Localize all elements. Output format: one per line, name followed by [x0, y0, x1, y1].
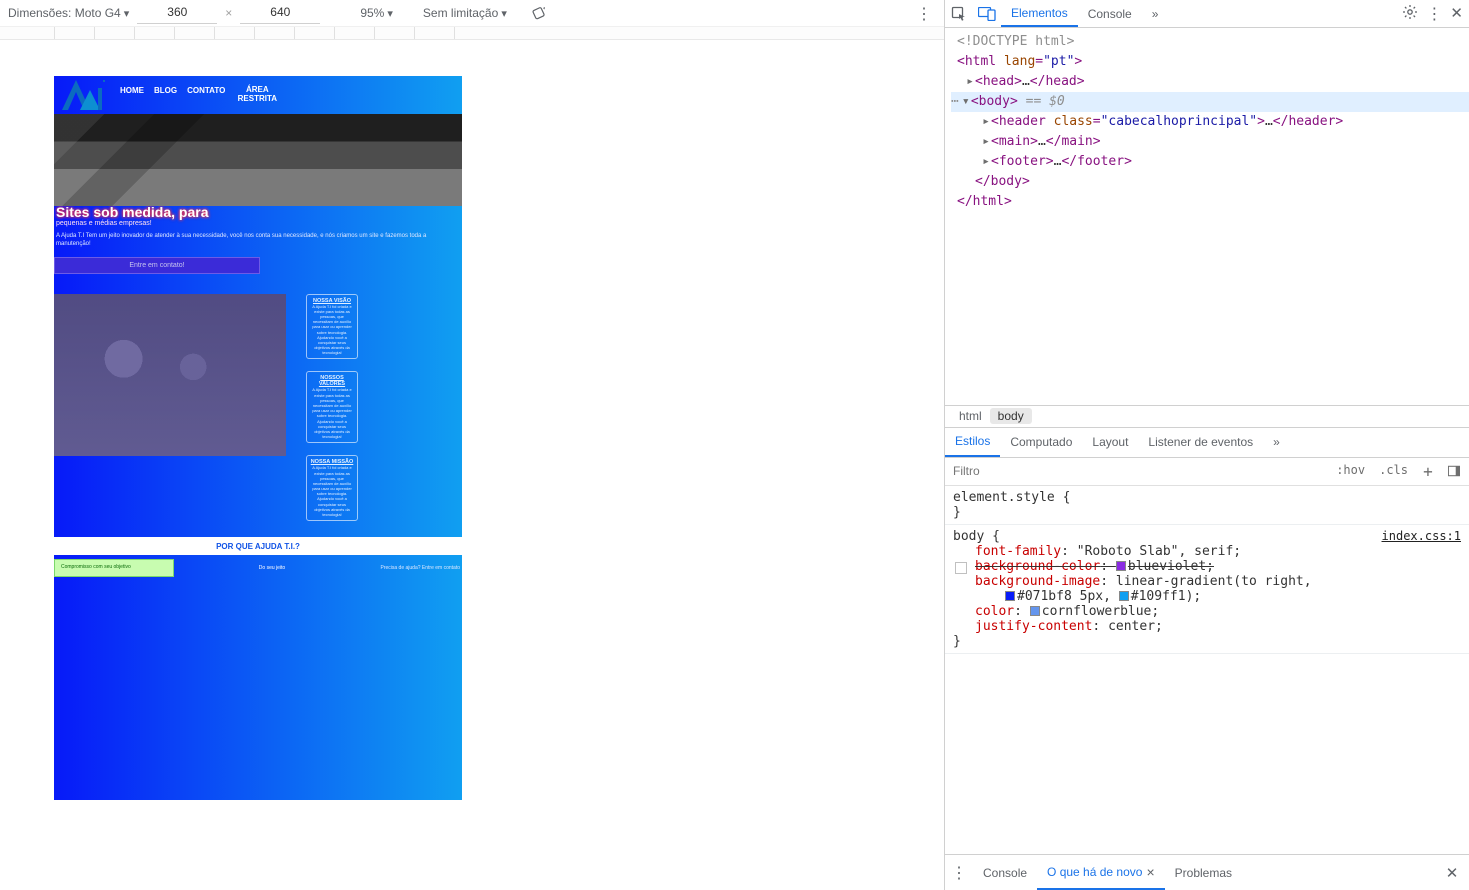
prop-checkbox[interactable] [955, 562, 967, 574]
dim-separator: × [221, 6, 236, 20]
device-height-input[interactable] [240, 2, 320, 24]
tabs-more-icon[interactable]: » [1263, 428, 1290, 457]
tabs-more-icon[interactable]: » [1142, 0, 1169, 27]
color-swatch[interactable] [1030, 606, 1040, 616]
tab-computed[interactable]: Computado [1000, 428, 1082, 457]
nav-contato[interactable]: CONTATO [187, 86, 225, 104]
new-rule-button[interactable]: + [1419, 462, 1437, 480]
bottom-help: Precisa de ajuda? Entre em contato [370, 559, 462, 577]
rotate-icon[interactable] [523, 5, 555, 21]
hero-image [54, 114, 462, 206]
crumb-body[interactable]: body [990, 408, 1032, 424]
styles-tabs: Estilos Computado Layout Listener de eve… [945, 428, 1469, 458]
dom-selected-body[interactable]: ⋯▾<body> == $0 [951, 92, 1469, 112]
color-swatch[interactable] [1116, 561, 1126, 571]
bottom-row: Compromisso com seu objetivo Do seu jeit… [54, 559, 462, 577]
hero-subtitle: pequenas e médias empresas! [56, 220, 462, 227]
hov-toggle[interactable]: :hov [1333, 462, 1368, 480]
card-text: A Ajuda T.I foi criada e existe para tod… [310, 304, 354, 356]
color-swatch[interactable] [1119, 591, 1129, 601]
close-icon[interactable]: ✕ [1443, 861, 1467, 885]
site-nav: HOME BLOG CONTATO ÁREA RESTRITA [120, 86, 279, 104]
styles-filter-input[interactable] [945, 458, 1327, 485]
drawer: ⋮ Console O que há de novo× Problemas ✕ [945, 854, 1469, 890]
panel-layout-icon[interactable] [1445, 462, 1463, 480]
site-header: HOME BLOG CONTATO ÁREA RESTRITA [54, 76, 462, 114]
zoom-dropdown[interactable]: 95% [348, 6, 405, 20]
device-preset-dropdown[interactable]: Dimensões: Moto G4 [0, 6, 129, 20]
hero: Sites sob medida, para pequenas e médias… [54, 114, 462, 274]
breadcrumb: html body [945, 406, 1469, 428]
card-text: A Ajuda T.I foi criada e existe para tod… [310, 387, 354, 439]
tab-styles[interactable]: Estilos [945, 428, 1000, 457]
device-toggle-icon[interactable] [975, 2, 999, 26]
rule-body: body { [953, 529, 1000, 544]
tab-listeners[interactable]: Listener de eventos [1138, 428, 1263, 457]
inspect-icon[interactable] [947, 2, 971, 26]
dom-tree[interactable]: <!DOCTYPE html> <html lang="pt"> ▸<head>… [945, 28, 1469, 405]
styles-body[interactable]: element.style { } index.css:1 body { fon… [945, 486, 1469, 855]
about-image [54, 294, 286, 456]
close-icon[interactable]: ✕ [1450, 4, 1463, 24]
drawer-problems[interactable]: Problemas [1165, 855, 1242, 890]
card-title: NOSSOS VALORES [310, 375, 354, 387]
devtools-toolbar: Elementos Console » ⋮ ✕ [945, 0, 1469, 28]
hero-description: A Ajuda T.I Tem um jeito inovador de ate… [54, 227, 462, 255]
card-valores: NOSSOS VALORES A Ajuda T.I foi criada e … [306, 371, 358, 443]
drawer-whatsnew[interactable]: O que há de novo× [1037, 855, 1165, 890]
nav-home[interactable]: HOME [120, 86, 144, 104]
device-frame: HOME BLOG CONTATO ÁREA RESTRITA Sites so… [54, 76, 462, 800]
card-title: NOSSA VISÃO [310, 298, 354, 304]
why-title: POR QUE AJUDA T.I.? [54, 537, 462, 555]
close-icon[interactable]: × [1142, 864, 1154, 880]
drawer-console[interactable]: Console [973, 855, 1037, 890]
device-width-input[interactable] [137, 2, 217, 24]
cta-button[interactable]: Entre em contato! [54, 257, 260, 274]
bottom-middle: Do seu jeito [174, 559, 370, 577]
doctype: <!DOCTYPE html> [957, 34, 1074, 49]
site-logo [62, 80, 110, 110]
bottom-commitment: Compromisso com seu objetivo [54, 559, 174, 577]
hero-title: Sites sob medida, para [56, 204, 462, 220]
ruler [0, 26, 944, 40]
nav-area-restrita[interactable]: ÁREA RESTRITA [235, 86, 279, 104]
card-missao: NOSSA MISSÃO A Ajuda T.I foi criada e ex… [306, 455, 358, 521]
tab-layout[interactable]: Layout [1082, 428, 1138, 457]
rule-element-style: element.style { [953, 490, 1070, 505]
device-toolbar: Dimensões: Moto G4 × 95% Sem limitação ⋮ [0, 0, 944, 26]
kebab-icon[interactable]: ⋮ [916, 4, 932, 24]
color-swatch[interactable] [1005, 591, 1015, 601]
kebab-icon[interactable]: ⋮ [1426, 4, 1442, 24]
styles-toolbar: :hov .cls + [945, 458, 1469, 486]
card-text: A Ajuda T.I foi criada e existe para tod… [310, 465, 354, 517]
kebab-icon[interactable]: ⋮ [947, 861, 971, 885]
card-visao: NOSSA VISÃO A Ajuda T.I foi criada e exi… [306, 294, 358, 360]
crumb-html[interactable]: html [951, 408, 990, 424]
gear-icon[interactable] [1402, 4, 1418, 24]
tab-console[interactable]: Console [1078, 0, 1142, 27]
nav-blog[interactable]: BLOG [154, 86, 177, 104]
source-link[interactable]: index.css:1 [1382, 529, 1461, 543]
cls-toggle[interactable]: .cls [1376, 462, 1411, 480]
tab-elements[interactable]: Elementos [1001, 0, 1078, 27]
throttle-dropdown[interactable]: Sem limitação [411, 6, 519, 20]
